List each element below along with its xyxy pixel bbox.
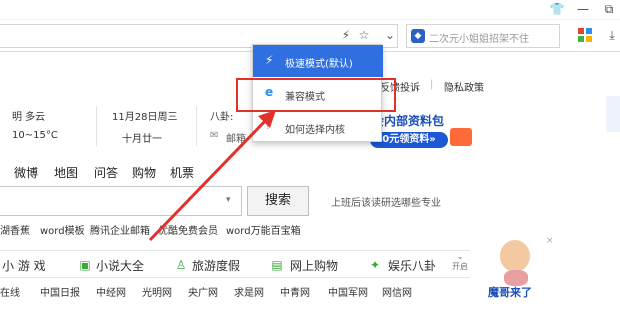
arrow-line: [148, 116, 270, 242]
annotation-arrow: [148, 110, 276, 242]
